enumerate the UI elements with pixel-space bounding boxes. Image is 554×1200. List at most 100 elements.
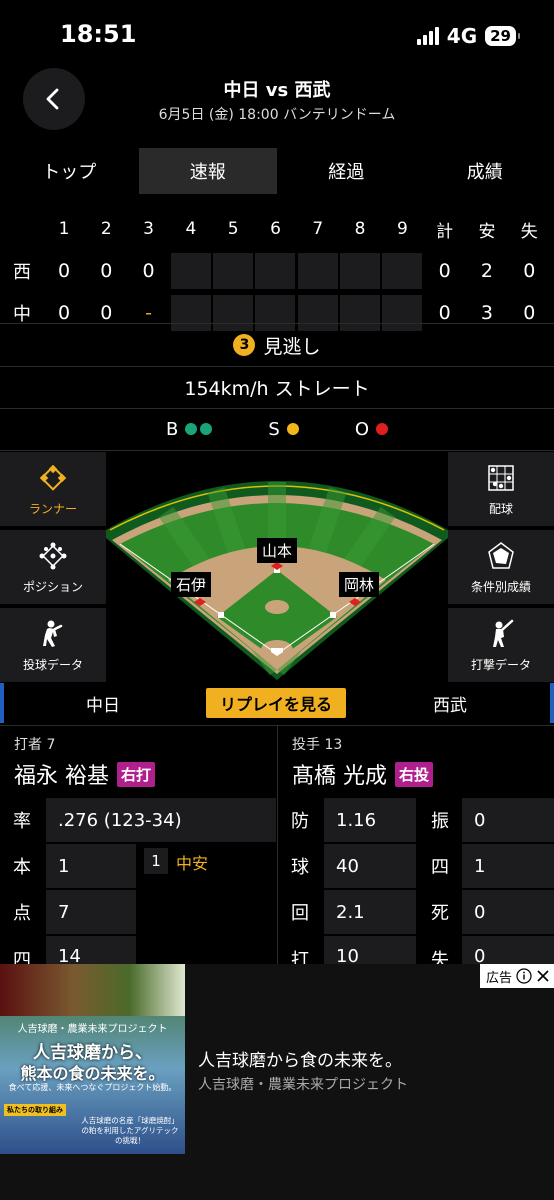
- stat-key: 率: [0, 798, 44, 842]
- stat-key: 球: [278, 844, 322, 888]
- tab-progress[interactable]: 経過: [277, 148, 416, 194]
- pitcher-icon: [43, 620, 63, 647]
- total-hits-header: 安: [478, 221, 496, 242]
- ad-image[interactable]: 人吉球磨・農業未来プロジェクト 人吉球磨から、 熊本の食の未来を。 食べて応援、…: [0, 964, 185, 1154]
- fielder-label-cf: 山本: [257, 538, 298, 563]
- stat-value: 1.16: [324, 798, 416, 842]
- total-runs: 0: [438, 260, 451, 282]
- menu-pitching-data[interactable]: 投球データ: [0, 608, 106, 682]
- fielder-label-rf: 岡林: [339, 572, 380, 597]
- game-subtitle: 6月5日 (金) 18:00 バンテリンドーム: [158, 107, 396, 123]
- total-runs-header: 計: [436, 221, 454, 242]
- tab-top[interactable]: トップ: [0, 148, 139, 194]
- ad-photo-strip: [0, 964, 185, 1016]
- tab-stats[interactable]: 成績: [416, 148, 554, 194]
- stat-key: 四: [0, 936, 44, 964]
- stat-key: 失: [418, 936, 462, 964]
- ad-image-note: 人吉球磨の名産「球磨焼酎」の粕を利用したアグリテックの挑戦！: [81, 1116, 179, 1145]
- menu-pitch-location[interactable]: 配球: [448, 452, 554, 526]
- menu-pitching-data-label: 投球データ: [22, 657, 83, 672]
- away-team-label: 西武: [433, 695, 467, 716]
- game-title: 中日 vs 西武: [223, 80, 331, 101]
- stat-key: 四: [418, 844, 462, 888]
- position-icon: [39, 542, 67, 569]
- inning-score: 0: [57, 260, 71, 282]
- inning-score: 0: [100, 260, 113, 282]
- pitch-speed: 154km/h ストレート: [184, 377, 370, 400]
- stat-key: 防: [278, 798, 322, 842]
- ad-banner[interactable]: 人吉球磨・農業未来プロジェクト 人吉球磨から、 熊本の食の未来を。 食べて応援、…: [0, 964, 554, 1200]
- tab-live[interactable]: 速報: [138, 148, 277, 194]
- menu-pitch-location-label: 配球: [488, 501, 513, 516]
- ball-dot: [200, 423, 213, 435]
- replay-button[interactable]: リプレイを見る: [206, 688, 346, 718]
- stat-value: 0: [462, 798, 554, 842]
- batter-hand-badge: 右打: [117, 761, 156, 787]
- pitch-number-badge: 3: [233, 334, 256, 356]
- menu-position[interactable]: ポジション: [0, 530, 106, 604]
- out-dot: [375, 423, 388, 435]
- pitch-result-text: 見逃し: [263, 335, 321, 358]
- pitcher-header[interactable]: 投手 13 髙橋 光成 右投: [278, 730, 554, 796]
- diamond-icon: [39, 464, 67, 491]
- stat-value: 14: [46, 936, 136, 964]
- at-bat-history: 1 中安: [138, 844, 276, 964]
- strike-zone-icon: [488, 464, 514, 491]
- ball-dot: [185, 423, 198, 435]
- at-bat-inning: 1: [144, 848, 168, 874]
- stat-key: 回: [278, 890, 322, 934]
- stat-value: 7: [46, 890, 136, 934]
- count-display: B S O: [0, 408, 554, 450]
- ad-sponsor: 人吉球磨・農業未来プロジェクト: [198, 1077, 408, 1093]
- signal-icon: [416, 27, 439, 45]
- scoreboard-row-away: 西 0 0 0 0 2 0: [0, 250, 554, 292]
- fielder-label-c: 石伊: [171, 572, 212, 597]
- divider: [0, 450, 554, 451]
- inning-score: 0: [142, 260, 155, 282]
- pitcher-hand-badge: 右投: [395, 761, 434, 787]
- game-header: 中日 vs 西武 6月5日 (金) 18:00 バンテリンドーム: [0, 62, 554, 142]
- close-icon[interactable]: [536, 969, 550, 983]
- stat-value: 40: [324, 844, 416, 888]
- inning-header: 1: [58, 219, 70, 239]
- inning-header: 9: [396, 219, 408, 239]
- menu-position-label: ポジション: [22, 579, 83, 594]
- out-count: O: [355, 419, 388, 440]
- menu-batting-data-label: 打撃データ: [470, 657, 531, 672]
- ad-image-tagline: 食べて応援、未来へつなぐプロジェクト始動。: [8, 1083, 177, 1092]
- at-bat-result[interactable]: 中安: [176, 850, 208, 874]
- inning-score: [382, 253, 423, 289]
- stat-key: 死: [418, 890, 462, 934]
- status-time: 18:51: [60, 20, 137, 48]
- battery-icon: 29: [485, 26, 520, 46]
- ad-choices[interactable]: 広告: [479, 964, 554, 988]
- home-team-label: 中日: [86, 695, 120, 716]
- stat-value: 10: [324, 936, 416, 964]
- inning-score: [213, 253, 254, 289]
- inning-header: 7: [312, 219, 324, 239]
- ball-label: B: [166, 418, 179, 440]
- batter-header[interactable]: 打者 7 福永 裕基 右打: [0, 730, 277, 796]
- stat-value: 1: [46, 844, 136, 888]
- strike-count: S: [268, 419, 299, 440]
- inning-header: 2: [100, 219, 112, 239]
- radar-chart-icon: [488, 541, 514, 569]
- total-errors: 0: [523, 260, 536, 282]
- replay-bar: 中日 リプレイを見る 西武: [0, 683, 554, 723]
- inning-header: 6: [270, 219, 281, 239]
- inning-header: 3: [143, 219, 154, 239]
- stat-key: 本: [0, 844, 44, 888]
- menu-batting-data[interactable]: 打撃データ: [448, 608, 554, 682]
- menu-runner[interactable]: ランナー: [0, 452, 106, 526]
- stat-key: 打: [278, 936, 322, 964]
- ad-title[interactable]: 人吉球磨から食の未来を。: [198, 1046, 402, 1071]
- baseball-field: 山本 石伊 岡林: [106, 452, 448, 680]
- batter-icon: [493, 619, 514, 647]
- inning-score: [170, 253, 211, 289]
- pitcher-name: 髙橋 光成: [292, 764, 387, 789]
- stat-key: 点: [0, 890, 44, 934]
- ad-image-headline-2: 熊本の食の未来を。: [20, 1064, 165, 1083]
- menu-conditional-stats[interactable]: 条件別成績: [448, 530, 554, 604]
- inning-header: 8: [354, 219, 366, 239]
- tab-bar: トップ 速報 経過 成績: [0, 148, 554, 196]
